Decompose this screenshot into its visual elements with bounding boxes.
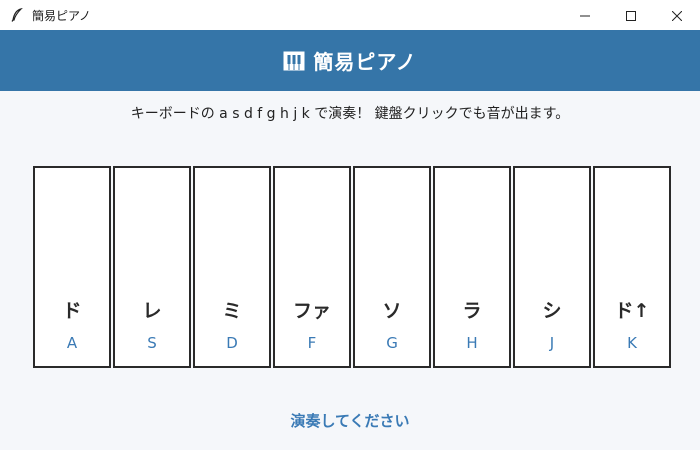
app-header: 簡易ピアノ [0, 30, 700, 91]
window-title: 簡易ピアノ [32, 8, 91, 23]
piano-key-re[interactable]: レ S [113, 166, 191, 368]
close-button[interactable] [654, 0, 700, 30]
key-note-label: ソ [382, 300, 402, 322]
key-shortcut-label: G [386, 334, 398, 352]
minimize-button[interactable] [562, 0, 608, 30]
instruction-text: キーボードの a s d f g h j k で演奏！ 鍵盤クリックでも音が出ま… [130, 106, 570, 122]
key-note-label: レ [142, 300, 162, 322]
feather-icon [10, 8, 24, 22]
piano-key-do-high[interactable]: ド↑ K [593, 166, 671, 368]
key-shortcut-label: D [226, 334, 238, 352]
piano-key-mi[interactable]: ミ D [193, 166, 271, 368]
piano-key-shi[interactable]: シ J [513, 166, 591, 368]
key-note-label: ミ [222, 300, 242, 322]
close-icon [671, 6, 683, 25]
piano-key-fa[interactable]: ファ F [273, 166, 351, 368]
piano-icon [283, 51, 305, 71]
key-note-label: ファ [292, 300, 331, 322]
key-note-label: ラ [462, 300, 482, 322]
key-note-label: シ [542, 300, 562, 322]
piano-keyboard: ド A レ S ミ D ファ F ソ G ラ H シ J ド↑ K [33, 166, 673, 368]
app-title: 簡易ピアノ [313, 50, 417, 74]
piano-key-ra[interactable]: ラ H [433, 166, 511, 368]
key-shortcut-label: F [307, 334, 317, 352]
window-controls [562, 0, 700, 30]
title-bar[interactable]: 簡易ピアノ [0, 0, 700, 30]
key-shortcut-label: A [66, 334, 78, 352]
key-shortcut-label: H [466, 334, 478, 352]
key-shortcut-label: K [627, 334, 637, 352]
maximize-icon [626, 6, 636, 25]
key-shortcut-label: S [147, 334, 157, 352]
key-note-label: ド↑ [614, 300, 650, 322]
piano-key-do[interactable]: ド A [33, 166, 111, 368]
piano-key-so[interactable]: ソ G [353, 166, 431, 368]
maximize-button[interactable] [608, 0, 654, 30]
key-note-label: ド [62, 300, 82, 322]
status-text: 演奏してください [290, 412, 410, 430]
minimize-icon [580, 6, 590, 25]
key-shortcut-label: J [549, 334, 555, 352]
app-window: 簡易ピアノ 簡易ピアノ キーボードの a s d f g h j k で演奏！ … [0, 0, 700, 450]
